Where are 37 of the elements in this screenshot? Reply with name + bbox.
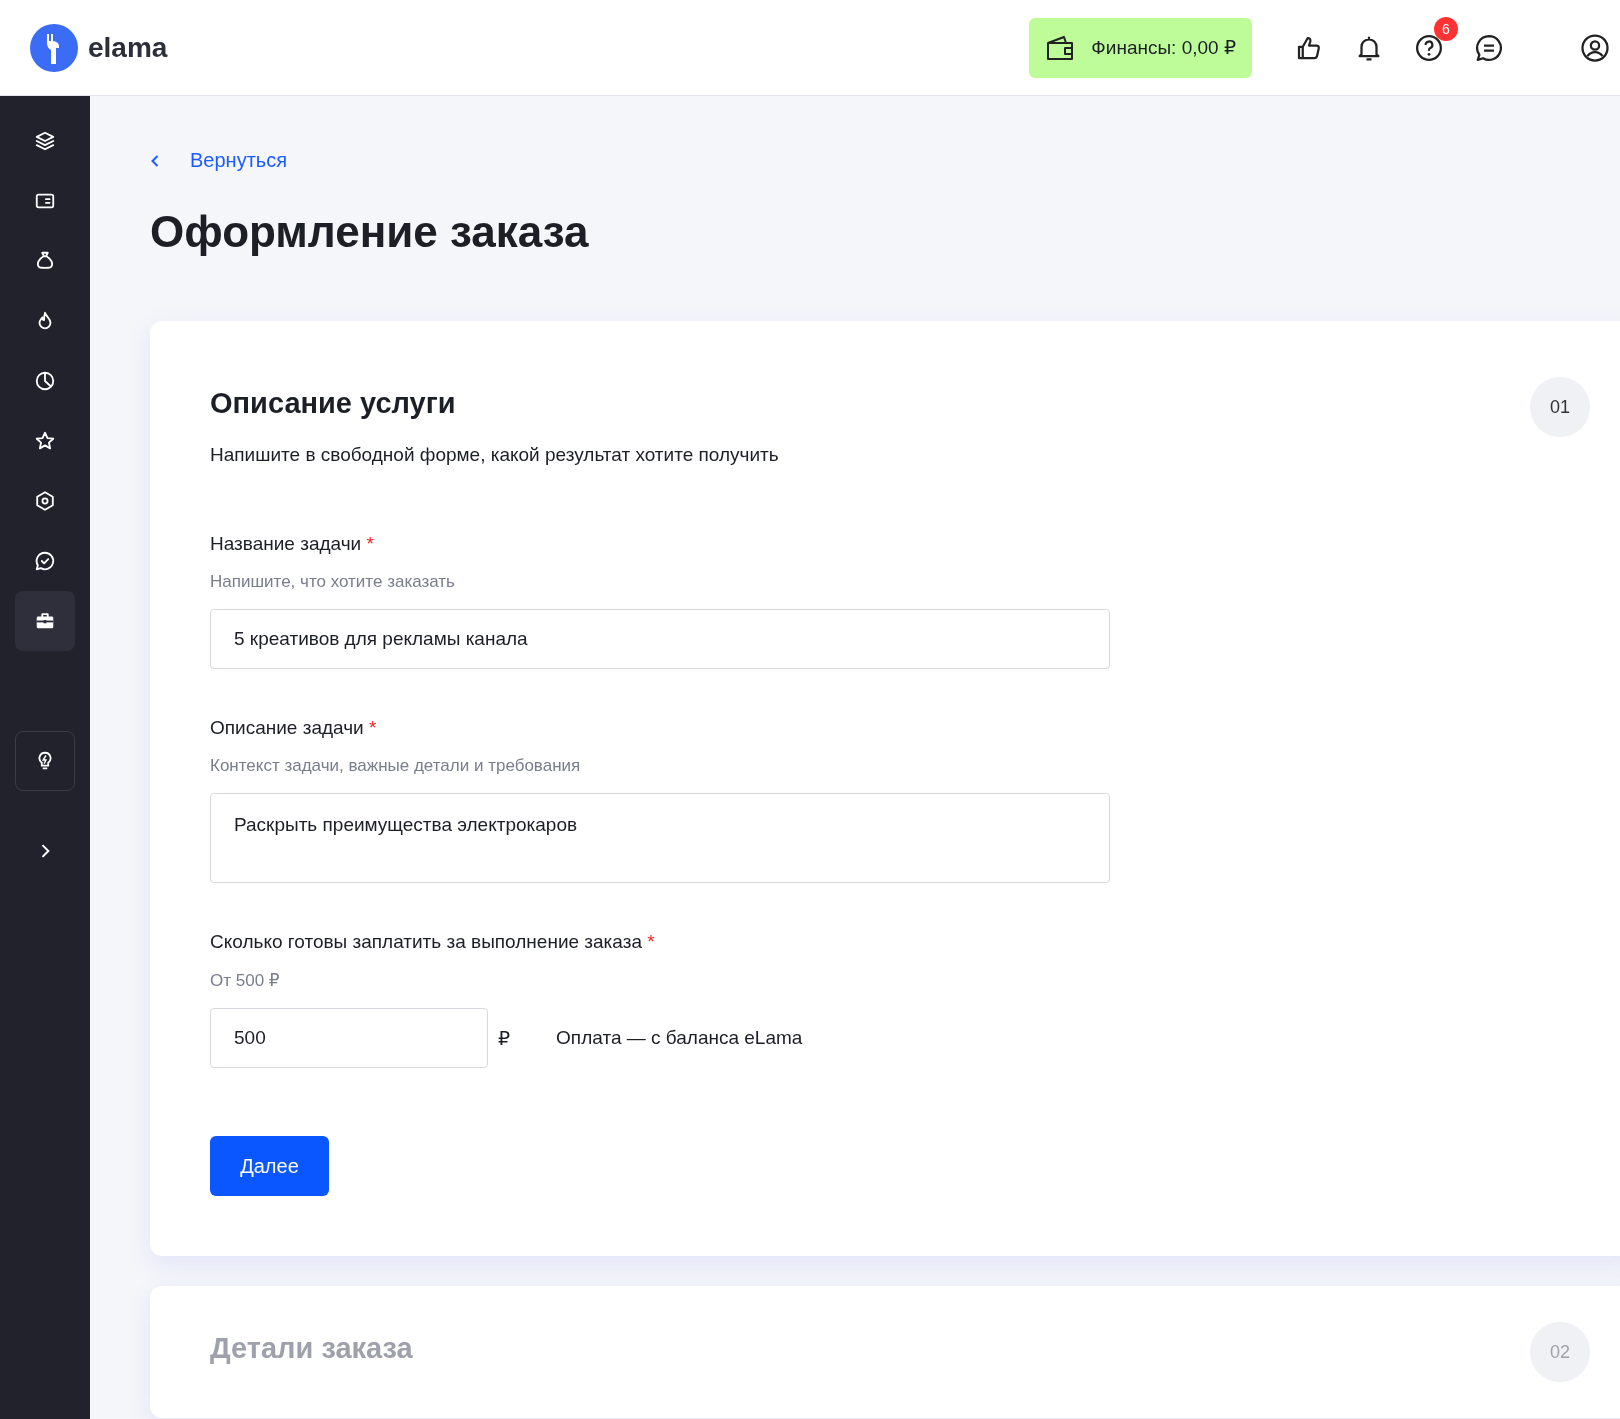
pie-chart-icon [34,370,56,392]
field-label: Название задачи * [210,533,375,555]
finance-button[interactable]: Финансы: 0,00 ₽ [1029,17,1252,78]
price-input[interactable]: 500 [210,1008,488,1068]
back-link[interactable]: Вернуться [150,149,288,172]
text-area[interactable]: Раскрыть преимущества электрокаров [210,793,1110,883]
field-label: Описание задачи * [210,717,378,739]
chat-icon[interactable] [1474,32,1504,63]
page-title: Оформление заказа [150,207,590,257]
field-label: Сколько готовы заплатить за выполнение заказа * [210,931,656,953]
star-icon [34,430,56,452]
step-number: 01 [1530,377,1590,437]
logo-wordmark[interactable]: elama [88,31,168,64]
field-hint: От 500 ₽ [210,970,281,991]
section-title: Описание услуги [210,387,457,420]
chat-check-icon [34,550,56,572]
next-button[interactable]: Далее [210,1136,329,1196]
field-hint: Контекст задачи, важные детали и требования [210,756,582,776]
payment-note: Оплата — с баланса eLama [556,1027,803,1049]
field-hint: Напишите, что хотите заказать [210,572,456,592]
currency-sign: ₽ [498,1026,511,1050]
step-number: 02 [1530,1322,1590,1382]
section-title: Детали заказа [210,1332,413,1365]
required-asterisk: * [647,931,655,952]
sidebar-item[interactable] [15,591,75,651]
money-bag-icon [34,250,56,272]
required-asterisk: * [366,533,374,554]
input-field[interactable]: 5 креативов для рекламы канала [210,609,1110,669]
tip-button[interactable] [15,731,75,791]
required-asterisk: * [369,717,377,738]
user-avatar-icon[interactable] [1580,32,1610,63]
hexagon-icon [34,490,56,512]
help-icon[interactable] [1414,32,1444,63]
chevron-left-icon [150,153,160,168]
layers-icon [34,130,56,152]
notification-badge: 6 [1434,16,1458,41]
section-description: Напишите в свободной форме, какой результат хотите получить [210,444,779,466]
